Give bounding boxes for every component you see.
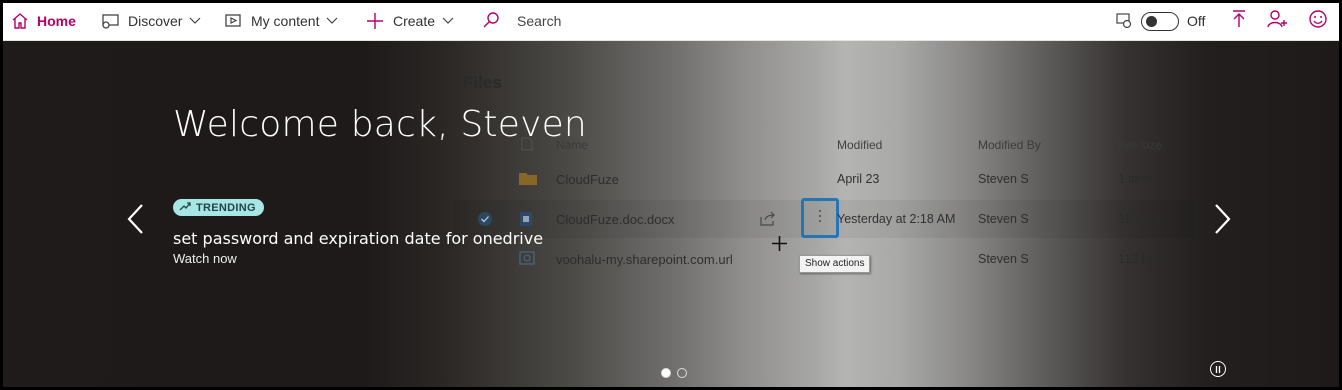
toggle-label: Off [1187, 13, 1206, 29]
next-slide-button[interactable] [1213, 201, 1233, 237]
show-actions-button[interactable] [801, 198, 839, 238]
smiley-icon [1308, 9, 1328, 34]
share-icon[interactable] [759, 211, 777, 232]
file-name[interactable]: voohalu-my.sharepoint.com.url [556, 252, 733, 267]
chevron-down-icon [189, 17, 201, 25]
nav-home[interactable]: Home [11, 3, 76, 39]
welcome-heading: Welcome back, Steven [173, 104, 587, 145]
carousel-dot-2[interactable] [677, 368, 687, 378]
trending-badge: TRENDING [173, 199, 264, 216]
crosshair-cursor-icon [771, 235, 788, 252]
nav-create-label: Create [393, 13, 436, 29]
link-file-icon [519, 251, 535, 270]
file-modified: April 23 [837, 172, 880, 186]
search-icon [481, 11, 501, 31]
chevron-right-icon [1213, 204, 1233, 241]
toggle-knob [1146, 15, 1157, 27]
nav-my-content[interactable]: My content [223, 3, 338, 39]
file-modified-by: Steven S [978, 252, 1029, 266]
top-nav: Home Discover My content Create Search O… [3, 3, 1339, 41]
video-icon [223, 12, 243, 30]
trending-up-icon [179, 201, 196, 214]
file-row-selected[interactable]: CloudFuze.doc.docx Yesterday at 2:18 AM … [453, 198, 1193, 238]
files-screenshot: Files Name Modified Modified By File siz… [433, 41, 1203, 327]
chevron-left-icon [125, 204, 145, 241]
file-modified: Yesterday at 2:18 AM [837, 212, 956, 226]
show-actions-tooltip: Show actions [799, 255, 871, 273]
file-modified-by: Steven S [978, 172, 1029, 186]
file-name[interactable]: CloudFuze [556, 172, 619, 187]
pause-icon [1215, 360, 1221, 378]
nav-create[interactable]: Create [365, 3, 454, 39]
file-size: 113 bytes [1118, 252, 1172, 266]
column-size[interactable]: File size [1118, 138, 1162, 152]
file-size: 1 item [1118, 172, 1153, 186]
nav-home-label: Home [37, 13, 76, 29]
file-modified-by: Steven S [978, 212, 1029, 226]
feedback-button[interactable] [1307, 9, 1329, 34]
toggle-switch[interactable] [1141, 11, 1179, 31]
search-box[interactable]: Search [481, 3, 561, 39]
previous-slide-button[interactable] [125, 201, 145, 237]
add-person-icon [1267, 9, 1289, 34]
chevron-down-icon [442, 17, 454, 25]
file-row[interactable]: CloudFuze April 23 Steven S 1 item [453, 160, 1193, 198]
video-title-link[interactable]: set password and expiration date for one… [173, 229, 543, 248]
files-title: Files [463, 73, 502, 92]
nav-discover-label: Discover [128, 13, 183, 29]
carousel-dots [661, 368, 687, 378]
more-vertical-icon [818, 209, 822, 228]
file-size: 11.1 KB [1118, 212, 1162, 226]
column-modified[interactable]: Modified [837, 138, 882, 152]
upload-button[interactable] [1228, 9, 1250, 34]
upload-icon [1230, 9, 1248, 34]
hero-carousel: Files Name Modified Modified By File siz… [3, 41, 1339, 387]
file-name[interactable]: CloudFuze.doc.docx [556, 212, 675, 227]
chevron-down-icon [326, 17, 338, 25]
column-modified-by[interactable]: Modified By [978, 138, 1041, 152]
autoplay-icon [1115, 11, 1133, 32]
nav-my-content-label: My content [251, 13, 320, 29]
trending-label: TRENDING [196, 201, 256, 214]
home-icon [11, 12, 29, 30]
watch-now-link[interactable]: Watch now [173, 251, 237, 266]
nav-discover[interactable]: Discover [100, 3, 201, 39]
search-placeholder: Search [517, 13, 562, 29]
carousel-dot-1[interactable] [661, 368, 671, 378]
add-person-button[interactable] [1267, 9, 1289, 34]
autoplay-toggle[interactable]: Off [1115, 3, 1205, 39]
app-frame: Home Discover My content Create Search O… [0, 0, 1342, 390]
pause-button[interactable] [1210, 361, 1226, 377]
folder-icon [519, 171, 537, 190]
plus-icon [365, 11, 385, 31]
discover-icon [100, 12, 120, 30]
